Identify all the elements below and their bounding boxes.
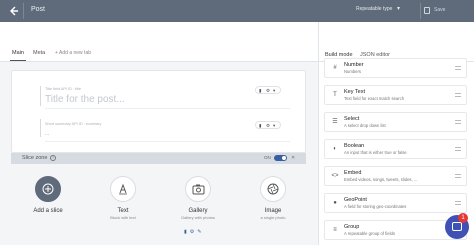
drag-handle-icon[interactable] [455, 147, 461, 151]
text-slice-icon[interactable] [110, 176, 136, 202]
plus-circle-icon [42, 183, 54, 195]
drag-handle-icon[interactable] [455, 201, 461, 205]
slice-title: Text [117, 208, 129, 214]
slice-desc: Gallery with photos [180, 215, 215, 220]
field-type-desc: An input that is either true or false [344, 150, 407, 155]
edit-icon[interactable]: ✎ [197, 229, 204, 235]
top-bar: Post Repeatable type ▾ Save [0, 0, 474, 22]
tab-bar: Main Meta + Add a new tab [0, 45, 318, 61]
slice-desc: Block with text [110, 215, 136, 220]
divider [45, 108, 290, 109]
drag-handle-icon[interactable] [455, 93, 461, 97]
group-icon: ≡ [333, 227, 337, 233]
back-arrow-icon[interactable] [6, 4, 20, 18]
field-type-name: Embed [344, 170, 362, 176]
field-type-desc: Embed videos, songs, tweets, slides, ... [344, 177, 418, 182]
divider [23, 3, 24, 19]
field-type-desc: A repeatable group of fields [344, 231, 395, 236]
summary-field-label: Short summary API ID : summary [45, 122, 102, 126]
type-select[interactable]: Repeatable type [356, 6, 392, 12]
tab-meta[interactable]: Meta [33, 50, 45, 56]
field-type-name: Number [344, 62, 364, 68]
close-icon[interactable]: ✕ [291, 155, 295, 161]
gear-icon[interactable]: ⚙ [266, 88, 270, 93]
field-type-geopoint[interactable]: ● GeoPoint A field for storing geo-coord… [324, 193, 467, 213]
field-type-desc: A select drop down list [344, 123, 386, 128]
drag-handle-icon[interactable] [455, 66, 461, 70]
field-type-name: Key Text [344, 89, 365, 95]
toggle-label: ON [264, 155, 271, 160]
slice-text[interactable]: Text Block with text [93, 176, 153, 220]
field-type-name: Select [344, 116, 360, 122]
summary-field-input[interactable]: ... [45, 131, 49, 137]
page-title: Post [31, 6, 46, 13]
slice-zone-label: Slice zone [22, 155, 48, 161]
field-type-boolean[interactable]: ◐ Boolean An input that is either true o… [324, 139, 467, 159]
divider [45, 141, 290, 142]
trash-icon[interactable]: ▮ [259, 123, 261, 128]
save-icon[interactable] [424, 7, 430, 14]
field-controls[interactable]: ▮ ⚙ ▾ [255, 121, 281, 129]
tab-main[interactable]: Main [12, 50, 24, 56]
chevron-down-icon[interactable]: ▾ [397, 5, 400, 12]
title-field-input[interactable]: Title for the post... [45, 94, 125, 105]
field-type-name: Boolean [344, 143, 365, 149]
field-type-select[interactable]: ☰ Select A select drop down list [324, 112, 467, 132]
info-icon[interactable]: ? [50, 155, 56, 161]
camera-icon[interactable] [185, 176, 211, 202]
field-drag-line [40, 119, 41, 137]
embed-icon: <> [331, 173, 339, 179]
trash-icon[interactable]: ▮ [259, 88, 261, 93]
slice-title: Add a slice [33, 208, 63, 214]
save-button[interactable]: Save [434, 7, 445, 13]
slice-image[interactable]: Image a single photo [243, 176, 303, 220]
field-type-desc: Text field for exact match search [344, 96, 405, 101]
geopoint-icon: ● [333, 200, 337, 206]
add-slice-option[interactable]: Add a slice [18, 176, 78, 214]
field-type-name: Group [344, 224, 360, 230]
slice-gallery[interactable]: Gallery Gallery with photos [168, 176, 228, 220]
add-tab-button[interactable]: + Add a new tab [55, 50, 91, 56]
key-text-icon: T [333, 92, 337, 98]
chat-icon [452, 222, 462, 231]
slice-title: Gallery [188, 208, 208, 214]
divider [420, 3, 421, 19]
field-controls[interactable]: ▮ ⚙ ▾ [255, 86, 281, 94]
add-slice-button[interactable] [35, 176, 61, 202]
slice-title: Image [264, 208, 282, 214]
field-type-number[interactable]: # Number Numbers [324, 58, 467, 78]
slice-zone-toggle[interactable] [274, 155, 287, 161]
field-type-name: GeoPoint [344, 197, 367, 203]
gear-icon[interactable]: ⚙ [266, 123, 270, 128]
field-type-desc: A field for storing geo-coordinates [344, 204, 407, 209]
field-type-embed[interactable]: <> Embed Embed videos, songs, tweets, sl… [324, 166, 467, 186]
boolean-icon: ◐ [333, 146, 337, 152]
select-icon: ☰ [332, 119, 338, 125]
drag-handle-icon[interactable] [455, 120, 461, 124]
chevron-down-icon[interactable]: ▾ [273, 88, 275, 93]
chevron-down-icon[interactable]: ▾ [273, 123, 275, 128]
drag-handle-icon[interactable] [455, 174, 461, 178]
title-field-label: Title field API ID : title [45, 87, 81, 91]
field-type-key-text[interactable]: T Key Text Text field for exact match se… [324, 85, 467, 105]
field-type-desc: Numbers [344, 69, 361, 74]
slice-desc: a single photo [260, 215, 286, 220]
field-drag-line [40, 86, 41, 106]
aperture-icon[interactable] [260, 176, 286, 202]
notification-badge: 1 [458, 213, 468, 223]
number-icon: # [333, 65, 337, 71]
gallery-actions[interactable]: ▮⚙✎ [184, 229, 204, 235]
